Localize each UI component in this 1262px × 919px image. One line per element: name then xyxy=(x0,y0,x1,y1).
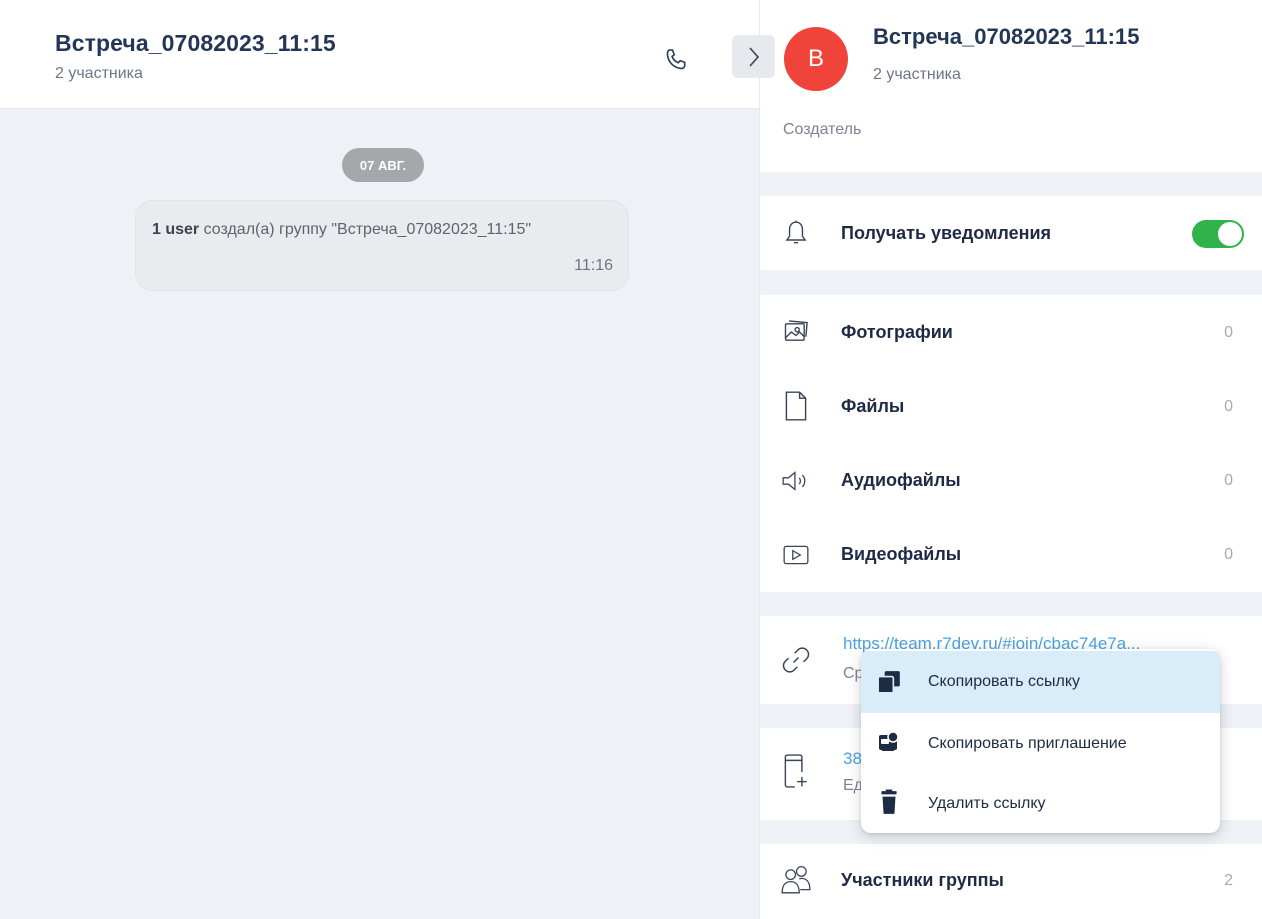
avatar: В xyxy=(784,27,848,91)
system-message-body: создал(а) группу "Встреча_07082023_11:15… xyxy=(199,221,532,238)
panel-title: Встреча_07082023_11:15 xyxy=(873,24,1140,49)
menu-item-label: Удалить ссылку xyxy=(928,795,1046,812)
section-divider xyxy=(760,270,1262,295)
group-members-count: 2 xyxy=(1224,872,1233,889)
menu-item-copy-link[interactable]: Скопировать ссылку xyxy=(861,651,1220,713)
photo-icon xyxy=(780,316,812,348)
add-device-icon xyxy=(780,754,812,788)
link-icon xyxy=(780,644,812,676)
media-label: Видеофайлы xyxy=(841,544,962,564)
phone-icon xyxy=(666,49,686,70)
chat-participants-count: 2 участника xyxy=(55,65,143,82)
call-button[interactable] xyxy=(662,46,690,74)
bell-icon xyxy=(780,217,812,249)
trash-icon xyxy=(876,789,902,815)
panel-participants-count: 2 участника xyxy=(873,66,961,83)
media-row-video[interactable]: Видеофайлы 0 xyxy=(760,518,1262,592)
menu-item-label: Скопировать приглашение xyxy=(928,735,1127,752)
media-count: 0 xyxy=(1224,398,1233,415)
invite-icon xyxy=(876,729,902,755)
media-label: Фотографии xyxy=(841,322,953,342)
media-row-photos[interactable]: Фотографии 0 xyxy=(760,296,1262,370)
collapse-panel-button[interactable] xyxy=(732,35,775,78)
menu-item-copy-invite[interactable]: Скопировать приглашение xyxy=(861,713,1220,775)
notifications-label: Получать уведомления xyxy=(841,223,1052,243)
users-icon xyxy=(780,864,812,896)
menu-item-delete-link[interactable]: Удалить ссылку xyxy=(861,773,1220,833)
group-members-label: Участники группы xyxy=(841,870,1004,890)
notifications-toggle[interactable] xyxy=(1192,220,1244,248)
chat-title: Встреча_07082023_11:15 xyxy=(55,30,336,56)
menu-item-label: Скопировать ссылку xyxy=(928,673,1081,690)
section-divider xyxy=(760,172,1262,196)
system-message-user: 1 user xyxy=(152,221,200,238)
date-divider: 07 АВГ. xyxy=(342,148,424,182)
app-root: Встреча_07082023_11:15 2 участника 07 АВ… xyxy=(0,0,1262,919)
media-label: Аудиофайлы xyxy=(841,470,961,490)
copy-icon xyxy=(876,669,902,695)
section-divider xyxy=(760,592,1262,616)
group-members-row[interactable]: Участники группы 2 xyxy=(760,844,1262,919)
link-context-menu: Скопировать ссылку Скопировать приглашен… xyxy=(861,649,1220,833)
media-label: Файлы xyxy=(841,396,905,416)
creator-label: Создатель xyxy=(783,121,862,138)
notifications-row: Получать уведомления xyxy=(760,196,1262,270)
system-message: 1 user создал(а) группу "Встреча_0708202… xyxy=(135,200,629,291)
media-row-files[interactable]: Файлы 0 xyxy=(760,370,1262,444)
audio-icon xyxy=(780,465,812,497)
media-count: 0 xyxy=(1224,324,1233,341)
video-icon xyxy=(780,539,812,571)
system-message-text: 1 user создал(а) группу "Встреча_0708202… xyxy=(152,221,531,239)
phone-subtitle: Ед xyxy=(843,777,864,794)
media-row-audio[interactable]: Аудиофайлы 0 xyxy=(760,444,1262,518)
file-icon xyxy=(780,390,812,422)
system-message-time: 11:16 xyxy=(574,257,613,274)
chat-area: Встреча_07082023_11:15 2 участника 07 АВ… xyxy=(0,0,760,919)
toggle-knob xyxy=(1218,222,1242,246)
chat-header: Встреча_07082023_11:15 2 участника xyxy=(0,0,760,109)
media-count: 0 xyxy=(1224,546,1233,563)
media-count: 0 xyxy=(1224,472,1233,489)
chevron-right-icon xyxy=(748,46,759,67)
phone-number[interactable]: 38 xyxy=(843,749,862,769)
